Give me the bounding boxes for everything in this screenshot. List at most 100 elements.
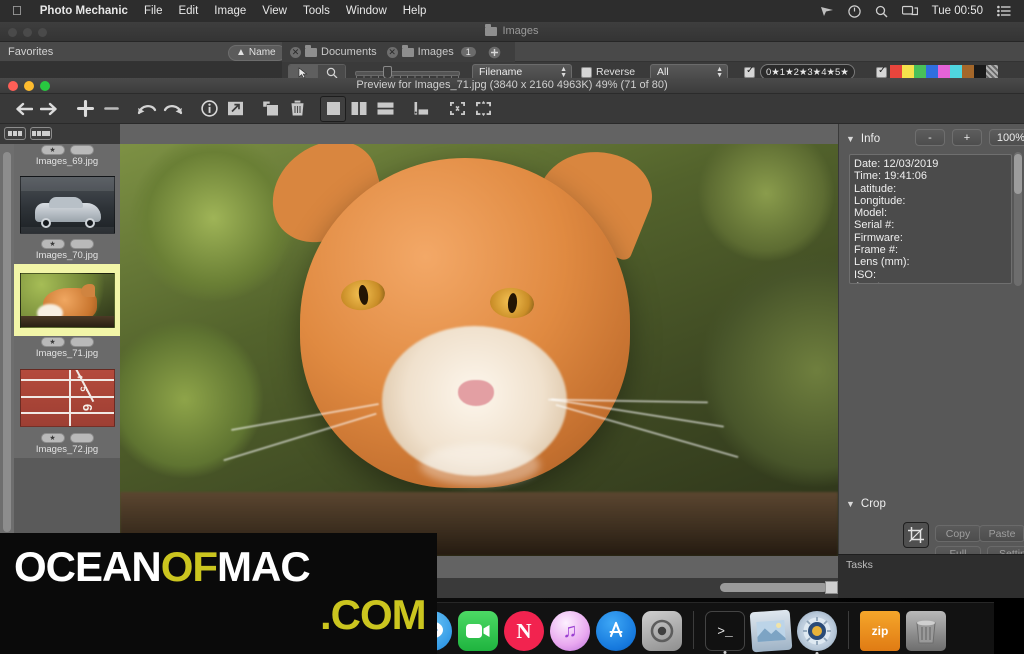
- info-metadata-list[interactable]: Date: 12/03/2019 Time: 19:41:06 Latitude…: [849, 154, 1012, 284]
- rating-pills[interactable]: ★: [40, 433, 94, 443]
- dock-icon-system-preferences[interactable]: [642, 611, 682, 651]
- zoom-out-button[interactable]: -: [915, 129, 945, 146]
- info-row-firmware: Firmware:: [854, 231, 903, 244]
- rating-pills[interactable]: ★: [40, 145, 94, 155]
- disclosure-triangle-icon[interactable]: ▼: [846, 499, 855, 509]
- list-item[interactable]: 6 5 4 ★ Images_72.jpg: [14, 362, 120, 458]
- star-filter-checkbox[interactable]: [744, 65, 755, 78]
- crop-icon[interactable]: [903, 522, 929, 548]
- watermark-line-2: .COM: [320, 591, 427, 638]
- dock-icon-zip[interactable]: zip: [860, 611, 900, 651]
- rating-pills[interactable]: ★: [40, 239, 94, 249]
- thumbnail-caption: ★ Images_72.jpg: [14, 432, 120, 458]
- dock-icon-itunes[interactable]: ♫: [550, 611, 590, 651]
- info-row-longitude: Longitude:: [854, 194, 906, 207]
- thumbnail-image-track[interactable]: 6 5 4: [14, 362, 120, 432]
- color-pill[interactable]: [69, 145, 94, 155]
- menu-item-edit[interactable]: Edit: [170, 5, 206, 17]
- airplay-icon[interactable]: [813, 5, 841, 17]
- menu-item-file[interactable]: File: [136, 5, 171, 17]
- list-item[interactable]: ★ Images_69.jpg: [14, 144, 120, 170]
- dock-icon-preview[interactable]: [749, 609, 793, 653]
- single-view-icon[interactable]: [320, 95, 346, 122]
- forward-arrow-icon[interactable]: [36, 96, 62, 122]
- star-pill[interactable]: ★: [40, 337, 65, 347]
- duplicate-icon[interactable]: [258, 96, 284, 122]
- crop-paste-button[interactable]: Paste: [979, 525, 1024, 542]
- star-pill[interactable]: ★: [40, 239, 65, 249]
- star-pill[interactable]: ★: [40, 433, 65, 443]
- star-pill[interactable]: ★: [40, 145, 65, 155]
- rotate-right-icon[interactable]: [160, 96, 186, 122]
- dock-icon-photo-mechanic[interactable]: [797, 611, 837, 654]
- trash-icon[interactable]: [284, 96, 310, 122]
- close-icon[interactable]: ✕: [386, 46, 398, 58]
- preview-image-area[interactable]: [120, 124, 838, 598]
- contact-sheet-titlebar[interactable]: Images: [0, 22, 1024, 42]
- stacked-view-icon[interactable]: [372, 96, 398, 122]
- info-icon[interactable]: [196, 96, 222, 122]
- menu-item-view[interactable]: View: [254, 5, 295, 17]
- sort-name-pill[interactable]: ▲ Name: [228, 45, 286, 61]
- zoom-level-button[interactable]: 100%: [989, 129, 1024, 146]
- dock-icon-facetime[interactable]: [458, 611, 498, 651]
- reverse-checkbox[interactable]: [581, 67, 592, 78]
- menu-item-tools[interactable]: Tools: [295, 5, 338, 17]
- menu-item-window[interactable]: Window: [338, 5, 395, 17]
- disclosure-triangle-icon[interactable]: ▼: [846, 134, 855, 144]
- preview-photo-cat[interactable]: [120, 144, 838, 556]
- color-pill[interactable]: [69, 433, 94, 443]
- menu-item-help[interactable]: Help: [395, 5, 435, 17]
- color-pill[interactable]: [69, 239, 94, 249]
- dock-icon-news[interactable]: N: [504, 611, 544, 651]
- tab-documents[interactable]: ✕ Documents: [288, 42, 385, 62]
- menu-item-photo-mechanic[interactable]: Photo Mechanic: [32, 5, 136, 17]
- crop-copy-button[interactable]: Copy: [935, 525, 981, 542]
- color-filter-checkbox[interactable]: [876, 65, 887, 78]
- resize-corner[interactable]: [825, 581, 838, 594]
- tab-images[interactable]: ✕ Images 1: [385, 42, 484, 62]
- rating-pills[interactable]: ★: [40, 337, 94, 347]
- menubar-clock[interactable]: Tue 00:50: [925, 5, 990, 17]
- list-view-icon[interactable]: [30, 127, 52, 140]
- preview-titlebar[interactable]: Preview for Images_71.jpg (3840 x 2160 4…: [0, 78, 1024, 94]
- grid-view-icon[interactable]: [4, 127, 26, 140]
- info-scrollbar[interactable]: [1014, 152, 1022, 286]
- dock-icon-trash[interactable]: [906, 611, 946, 651]
- export-icon[interactable]: [222, 96, 248, 122]
- thumbnail-image-cat-selected[interactable]: [14, 264, 120, 336]
- dock-icon-terminal[interactable]: >_: [705, 611, 745, 654]
- two-up-view-icon[interactable]: [346, 96, 372, 122]
- notification-center-icon[interactable]: [990, 5, 1018, 17]
- crop-section-header[interactable]: ▼ Crop: [846, 498, 886, 510]
- preview-scroll-thumb[interactable]: [720, 583, 828, 592]
- thumbnail-size-slider[interactable]: [355, 66, 460, 80]
- siri-icon[interactable]: [841, 4, 868, 18]
- back-arrow-icon[interactable]: [10, 96, 36, 122]
- search-icon[interactable]: [868, 5, 895, 18]
- screen-mirroring-icon[interactable]: [895, 5, 925, 17]
- cat-nose: [458, 380, 494, 406]
- close-icon[interactable]: ✕: [290, 46, 301, 58]
- menu-item-image[interactable]: Image: [206, 5, 254, 17]
- thumbnail-filename: Images_71.jpg: [35, 348, 99, 359]
- list-item[interactable]: ★ Images_70.jpg: [14, 170, 120, 264]
- apple-menu-icon[interactable]: : [8, 3, 32, 20]
- compare-view-icon[interactable]: [408, 96, 434, 122]
- filmstrip-scroll-thumb[interactable]: [3, 152, 11, 532]
- filmstrip-panel: ★ Images_69.jpg ★ Images_70.jpg ★ Images…: [0, 124, 120, 598]
- dock-icon-app-store[interactable]: [596, 611, 636, 651]
- minus-icon[interactable]: [98, 96, 124, 122]
- macos-menubar:  Photo Mechanic File Edit Image View To…: [0, 0, 1024, 22]
- add-tab-button[interactable]: [484, 42, 509, 62]
- fullscreen-icon[interactable]: [470, 96, 496, 122]
- plus-icon[interactable]: [72, 96, 98, 122]
- rotate-left-icon[interactable]: [134, 96, 160, 122]
- color-pill[interactable]: [69, 337, 94, 347]
- contact-sheet-window: Images Favorites ▲ Name ✕ Documents ✕ Im…: [0, 22, 1024, 82]
- thumbnail-image-car[interactable]: [14, 170, 120, 238]
- filmstrip-scrollbar[interactable]: [0, 144, 14, 598]
- collapse-icon[interactable]: [444, 96, 470, 122]
- zoom-in-button[interactable]: +: [952, 129, 982, 146]
- list-item[interactable]: ★ Images_71.jpg: [14, 264, 120, 362]
